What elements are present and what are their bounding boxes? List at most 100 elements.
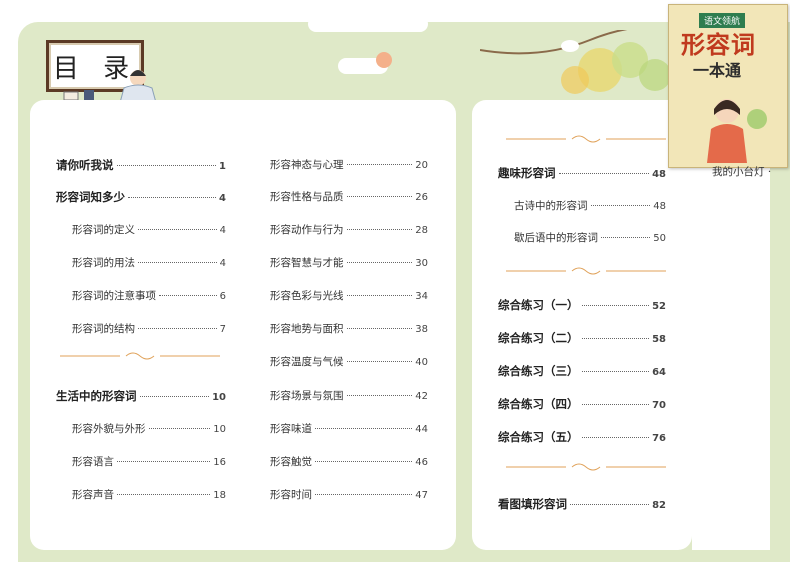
toc-entry-page: 52 (652, 301, 666, 312)
toc-entry-page: 26 (415, 192, 428, 203)
leader-dots (346, 295, 413, 296)
toc-entry-label: 综合练习（二） (498, 331, 579, 345)
toc-entry[interactable]: 歇后语中的形容词 50 (514, 230, 666, 245)
leader-dots (148, 428, 211, 429)
leader-dots (590, 205, 651, 206)
leader-dots (558, 173, 650, 174)
leader-dots (601, 237, 651, 238)
divider-ornament-icon (506, 463, 666, 471)
toc-entry-label: 形容味道 (270, 423, 312, 435)
girl-illustration-icon (707, 99, 767, 163)
toc-entry-label: 形容声音 (72, 489, 114, 501)
toc-entry[interactable]: 形容性格与品质 26 (270, 189, 428, 204)
toc-entry[interactable]: 形容词的结构 7 (72, 321, 226, 336)
toc-entry-label: 生活中的形容词 (56, 389, 137, 403)
toc-entry[interactable]: 综合练习（三） 64 (498, 363, 666, 379)
leader-dots (581, 305, 650, 306)
toc-entry[interactable]: 生活中的形容词 10 (56, 388, 226, 404)
toc-entry-page: 20 (415, 160, 428, 171)
caption-text: 我的小台灯 · (712, 166, 772, 178)
toc-entry[interactable]: 形容词的注意事项 6 (72, 288, 226, 303)
divider-ornament-icon (506, 135, 666, 143)
toc-entry-label: 综合练习（四） (498, 397, 579, 411)
toc-entry-label: 形容神态与心理 (270, 159, 344, 171)
leader-dots (570, 504, 650, 505)
toc-entry[interactable]: 形容时间 47 (270, 487, 428, 502)
toc-entry-page: 18 (213, 490, 226, 501)
toc-entry-page: 70 (652, 400, 666, 411)
toc-entry-page: 42 (415, 391, 428, 402)
toc-entry-label: 形容词的定义 (72, 224, 135, 236)
toc-entry-label: 形容智慧与才能 (270, 257, 344, 269)
toc-entry-label: 形容场景与氛围 (270, 390, 344, 402)
leader-dots (315, 461, 413, 462)
leader-dots (117, 494, 211, 495)
toc-entry-page: 4 (219, 258, 226, 269)
divider-ornament-icon (60, 352, 220, 360)
toc-entry[interactable]: 形容词的用法 4 (72, 255, 226, 270)
toc-entry-label: 综合练习（三） (498, 364, 579, 378)
toc-entry-page: 10 (213, 424, 226, 435)
toc-entry-label: 形容语言 (72, 456, 114, 468)
toc-entry[interactable]: 形容触觉 46 (270, 454, 428, 469)
toc-entry[interactable]: 形容外貌与外形 10 (72, 421, 226, 436)
toc-entry[interactable]: 形容声音 18 (72, 487, 226, 502)
toc-entry[interactable]: 形容智慧与才能 30 (270, 255, 428, 270)
toc-entry-label: 形容性格与品质 (270, 191, 344, 203)
toc-entry[interactable]: 形容神态与心理 20 (270, 157, 428, 172)
toc-entry-page: 34 (415, 291, 428, 302)
toc-entry[interactable]: 形容动作与行为 28 (270, 222, 428, 237)
toc-entry[interactable]: 请你听我说 1 (56, 157, 226, 173)
toc-entry-page: 58 (652, 334, 666, 345)
toc-entry-page: 28 (415, 225, 428, 236)
toc-entry[interactable]: 古诗中的形容词 48 (514, 198, 666, 213)
leader-dots (581, 437, 650, 438)
leader-dots (346, 361, 413, 362)
toc-entry-page: 76 (652, 433, 666, 444)
toc-entry-page: 64 (652, 367, 666, 378)
leader-dots (128, 197, 217, 198)
toc-entry-label: 看图填形容词 (498, 497, 567, 511)
leader-dots (138, 328, 217, 329)
leader-dots (315, 494, 413, 495)
toc-entry-page: 50 (653, 233, 666, 244)
toc-entry-page: 44 (415, 424, 428, 435)
toc-entry-page: 47 (415, 490, 428, 501)
leader-dots (581, 338, 650, 339)
toc-entry-page: 82 (652, 500, 666, 511)
toc-entry[interactable]: 综合练习（一） 52 (498, 297, 666, 313)
toc-entry-page: 46 (415, 457, 428, 468)
leader-dots (315, 428, 413, 429)
toc-entry[interactable]: 形容温度与气候 40 (270, 354, 428, 369)
toc-entry-label: 形容词知多少 (56, 190, 125, 204)
toc-entry[interactable]: 形容语言 16 (72, 454, 226, 469)
toc-entry-label: 古诗中的形容词 (514, 200, 588, 212)
leader-dots (138, 262, 217, 263)
toc-entry-page: 1 (219, 161, 226, 172)
toc-entry[interactable]: 综合练习（四） 70 (498, 396, 666, 412)
toc-entry[interactable]: 综合练习（五） 76 (498, 429, 666, 445)
toc-entry-page: 7 (219, 324, 226, 335)
toc-entry-page: 16 (213, 457, 226, 468)
toc-entry-label: 形容外貌与外形 (72, 423, 146, 435)
toc-entry[interactable]: 趣味形容词 48 (498, 165, 666, 181)
toc-entry[interactable]: 形容色彩与光线 34 (270, 288, 428, 303)
toc-entry[interactable]: 形容词知多少 4 (56, 189, 226, 205)
toc-entry[interactable]: 形容词的定义 4 (72, 222, 226, 237)
toc-entry-label: 形容动作与行为 (270, 224, 344, 236)
toc-entry[interactable]: 形容地势与面积 38 (270, 321, 428, 336)
toc-entry[interactable]: 看图填形容词 82 (498, 496, 666, 512)
book-title: 形容词 (681, 31, 756, 59)
cloud-icon (308, 22, 428, 32)
toc-entry[interactable]: 综合练习（二） 58 (498, 330, 666, 346)
toc-entry-page: 6 (219, 291, 226, 302)
book-cover: 语文领航 形容词 一本通 (668, 4, 788, 168)
leader-dots (346, 196, 413, 197)
toc-entry[interactable]: 形容场景与氛围 42 (270, 388, 428, 403)
toc-entry[interactable]: 形容味道 44 (270, 421, 428, 436)
leader-dots (117, 461, 211, 462)
leader-dots (346, 229, 413, 230)
toc-entry-label: 形容触觉 (270, 456, 312, 468)
toc-entry-label: 趣味形容词 (498, 166, 556, 180)
toc-entry-label: 形容词的注意事项 (72, 290, 156, 302)
